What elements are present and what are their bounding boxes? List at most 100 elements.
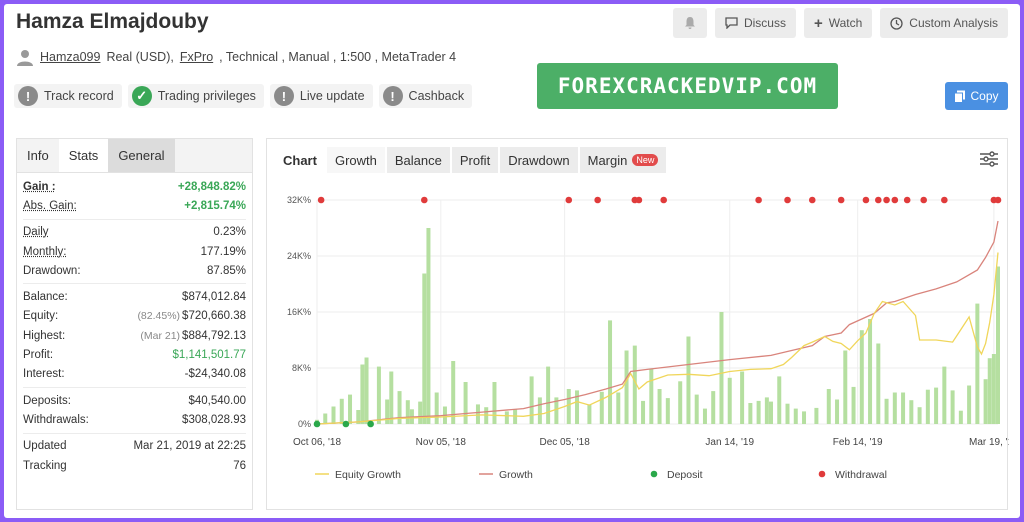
- volume-bar: [657, 389, 662, 424]
- withdrawal-marker: [755, 196, 762, 204]
- stat-label: Withdrawals:: [23, 413, 89, 426]
- badge-label: Trading privileges: [157, 89, 256, 103]
- stat-value: $874,012.84: [182, 291, 246, 304]
- stat-value: +2,815.74%: [184, 199, 246, 212]
- volume-bar: [950, 390, 955, 424]
- volume-bar: [901, 392, 906, 424]
- discuss-button[interactable]: Discuss: [714, 8, 796, 38]
- tab-chart[interactable]: Chart: [275, 147, 325, 173]
- volume-bar: [814, 407, 819, 424]
- volume-bar: [463, 382, 468, 424]
- volume-bar: [987, 358, 992, 424]
- watch-label: Watch: [828, 16, 863, 30]
- withdrawal-marker: [941, 196, 948, 204]
- tab-profit[interactable]: Profit: [451, 147, 499, 173]
- copy-button[interactable]: Copy: [945, 82, 1008, 110]
- tab-growth[interactable]: Growth: [326, 147, 385, 173]
- stat-value: 0.23%: [213, 226, 246, 239]
- x-tick-label: Oct 06, '18: [293, 437, 341, 448]
- deposit-marker: [342, 420, 350, 428]
- volume-bar: [909, 400, 914, 424]
- stat-interest: Interest: -$24,340.08: [23, 365, 246, 384]
- badge-live-update[interactable]: ! Live update: [269, 84, 373, 108]
- tab-general[interactable]: General: [108, 139, 175, 172]
- discuss-label: Discuss: [743, 16, 786, 30]
- badge-track-record[interactable]: ! Track record: [14, 84, 122, 108]
- volume-bar: [537, 397, 542, 424]
- badge-label: Cashback: [408, 89, 465, 103]
- stat-label: Deposits:: [23, 394, 71, 407]
- username-link[interactable]: Hamza099: [40, 50, 100, 64]
- exclamation-icon: !: [18, 86, 38, 106]
- y-tick-label: 32K%: [287, 195, 311, 205]
- broker-link[interactable]: FxPro: [180, 50, 213, 64]
- account-type: Real (USD),: [106, 50, 174, 64]
- volume-bar: [702, 408, 707, 424]
- tab-info[interactable]: Info: [17, 139, 59, 172]
- stat-value: $308,028.93: [182, 413, 246, 426]
- user-icon: [17, 50, 33, 66]
- clock-icon: [890, 16, 903, 30]
- volume-bar: [835, 399, 840, 424]
- check-icon: ✓: [131, 86, 152, 106]
- volume-bar: [405, 400, 410, 424]
- volume-bar: [802, 411, 807, 424]
- volume-bar: [575, 390, 580, 424]
- volume-bar: [851, 386, 856, 424]
- deposit-marker: [367, 420, 374, 428]
- stat-sub: (Mar 21): [140, 329, 181, 342]
- legend-deposit: Deposit: [667, 469, 703, 481]
- volume-bar: [504, 411, 509, 424]
- stat-value: 87.85%: [206, 264, 246, 277]
- withdrawal-marker: [660, 196, 667, 204]
- volume-bar: [364, 357, 369, 424]
- bell-icon: [684, 17, 695, 29]
- volume-bar: [323, 413, 328, 424]
- withdrawal-marker: [594, 196, 601, 204]
- stat-label[interactable]: Abs. Gain:: [23, 200, 77, 212]
- volume-bar: [826, 389, 831, 424]
- volume-bar: [868, 319, 873, 424]
- volume-bar: [740, 371, 745, 424]
- volume-bar: [348, 394, 353, 424]
- volume-bar: [694, 394, 699, 424]
- stat-label[interactable]: Daily: [23, 226, 49, 238]
- volume-bar: [711, 391, 716, 424]
- divider: [23, 386, 246, 388]
- stat-equity: Equity: (82.45%) $720,660.38: [23, 307, 246, 326]
- stat-label[interactable]: Gain :: [23, 181, 56, 193]
- volume-bar: [665, 398, 670, 424]
- withdrawal-marker: [808, 196, 816, 204]
- withdrawal-marker: [565, 196, 573, 204]
- divider: [23, 218, 246, 220]
- badge-cashback[interactable]: ! Cashback: [378, 84, 473, 108]
- volume-bar: [934, 387, 939, 424]
- legend-withdrawal: Withdrawal: [835, 469, 887, 481]
- volume-bar: [967, 385, 972, 424]
- tab-drawdown[interactable]: Drawdown: [500, 147, 578, 173]
- tab-balance[interactable]: Balance: [386, 147, 450, 173]
- stat-monthly: Monthly: 177.19%: [23, 242, 246, 261]
- stat-value: $884,792.13: [182, 329, 246, 342]
- filter-settings-icon[interactable]: [979, 149, 999, 169]
- stat-value: $40,540.00: [188, 394, 246, 407]
- stat-label: Balance:: [23, 291, 68, 304]
- copy-label: Copy: [970, 89, 999, 103]
- notify-button[interactable]: [672, 8, 707, 38]
- stat-highest: Highest: (Mar 21) $884,792.13: [23, 326, 246, 345]
- watch-button[interactable]: + Watch: [803, 8, 873, 38]
- tab-margin[interactable]: Margin New: [579, 147, 667, 173]
- page-frame: Hamza Elmajdouby Discuss + Watch Custom …: [4, 4, 1020, 518]
- stat-gain: Gain : +28,848.82%: [23, 177, 246, 196]
- volume-bar: [339, 398, 344, 424]
- divider: [23, 283, 246, 285]
- volume-bar: [426, 228, 431, 424]
- volume-bar: [843, 350, 848, 424]
- tab-stats[interactable]: Stats: [58, 139, 109, 172]
- custom-analysis-button[interactable]: Custom Analysis: [880, 8, 1008, 38]
- stat-label[interactable]: Monthly:: [23, 246, 66, 258]
- badge-trading-privileges[interactable]: ✓ Trading privileges: [127, 84, 264, 108]
- stat-label: Interest:: [23, 368, 65, 381]
- volume-bar: [785, 403, 790, 424]
- stat-daily: Daily 0.23%: [23, 223, 246, 242]
